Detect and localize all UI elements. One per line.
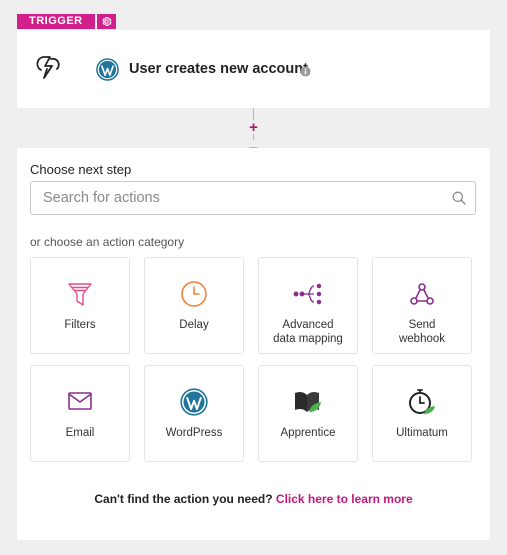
- help-footer: Can't find the action you need? Click he…: [17, 492, 490, 506]
- trigger-card[interactable]: User creates new account: [17, 30, 490, 108]
- wordpress-icon: [145, 388, 243, 416]
- category-send-webhook[interactable]: Send webhook: [372, 257, 472, 354]
- bolt-icon: [35, 54, 63, 85]
- category-advanced-data-mapping[interactable]: Advanced data mapping: [258, 257, 358, 354]
- trigger-title: User creates new account: [129, 61, 308, 77]
- category-ultimatum[interactable]: Ultimatum: [372, 365, 472, 462]
- footer-text: Can't find the action you need?: [94, 492, 273, 506]
- category-email[interactable]: Email: [30, 365, 130, 462]
- tile-label: Delay: [179, 319, 209, 331]
- apprentice-icon: [259, 388, 357, 416]
- category-filters[interactable]: Filters: [30, 257, 130, 354]
- tile-label: Email: [65, 427, 95, 439]
- tile-label: WordPress: [165, 427, 223, 439]
- category-apprentice[interactable]: Apprentice: [258, 365, 358, 462]
- category-delay[interactable]: Delay: [144, 257, 244, 354]
- tile-label: Send webhook: [398, 319, 446, 345]
- filter-icon: [31, 280, 129, 308]
- panel-title: Choose next step: [30, 162, 132, 177]
- next-step-panel: Choose next step or choose an action cat…: [17, 148, 490, 540]
- clock-icon: [145, 280, 243, 308]
- search-input[interactable]: [41, 189, 445, 207]
- trigger-label: TRIGGER: [17, 14, 95, 29]
- data-mapping-icon: [259, 280, 357, 308]
- tile-label: Filters: [64, 319, 96, 331]
- gear-icon[interactable]: [96, 14, 116, 29]
- webhook-icon: [373, 280, 471, 308]
- category-label: or choose an action category: [30, 235, 185, 249]
- add-step-button[interactable]: +: [247, 120, 260, 135]
- email-icon: [31, 388, 129, 414]
- tile-label: Advanced data mapping: [273, 319, 343, 345]
- learn-more-link[interactable]: Click here to learn more: [276, 492, 413, 506]
- info-icon[interactable]: [300, 64, 311, 82]
- tile-label: Ultimatum: [396, 427, 448, 439]
- search-box[interactable]: [30, 181, 476, 215]
- wordpress-icon: [96, 58, 119, 86]
- trigger-tag: TRIGGER: [17, 14, 116, 29]
- search-icon[interactable]: [452, 191, 466, 210]
- tile-label: Apprentice: [280, 427, 336, 439]
- ultimatum-icon: [373, 388, 471, 416]
- category-wordpress[interactable]: WordPress: [144, 365, 244, 462]
